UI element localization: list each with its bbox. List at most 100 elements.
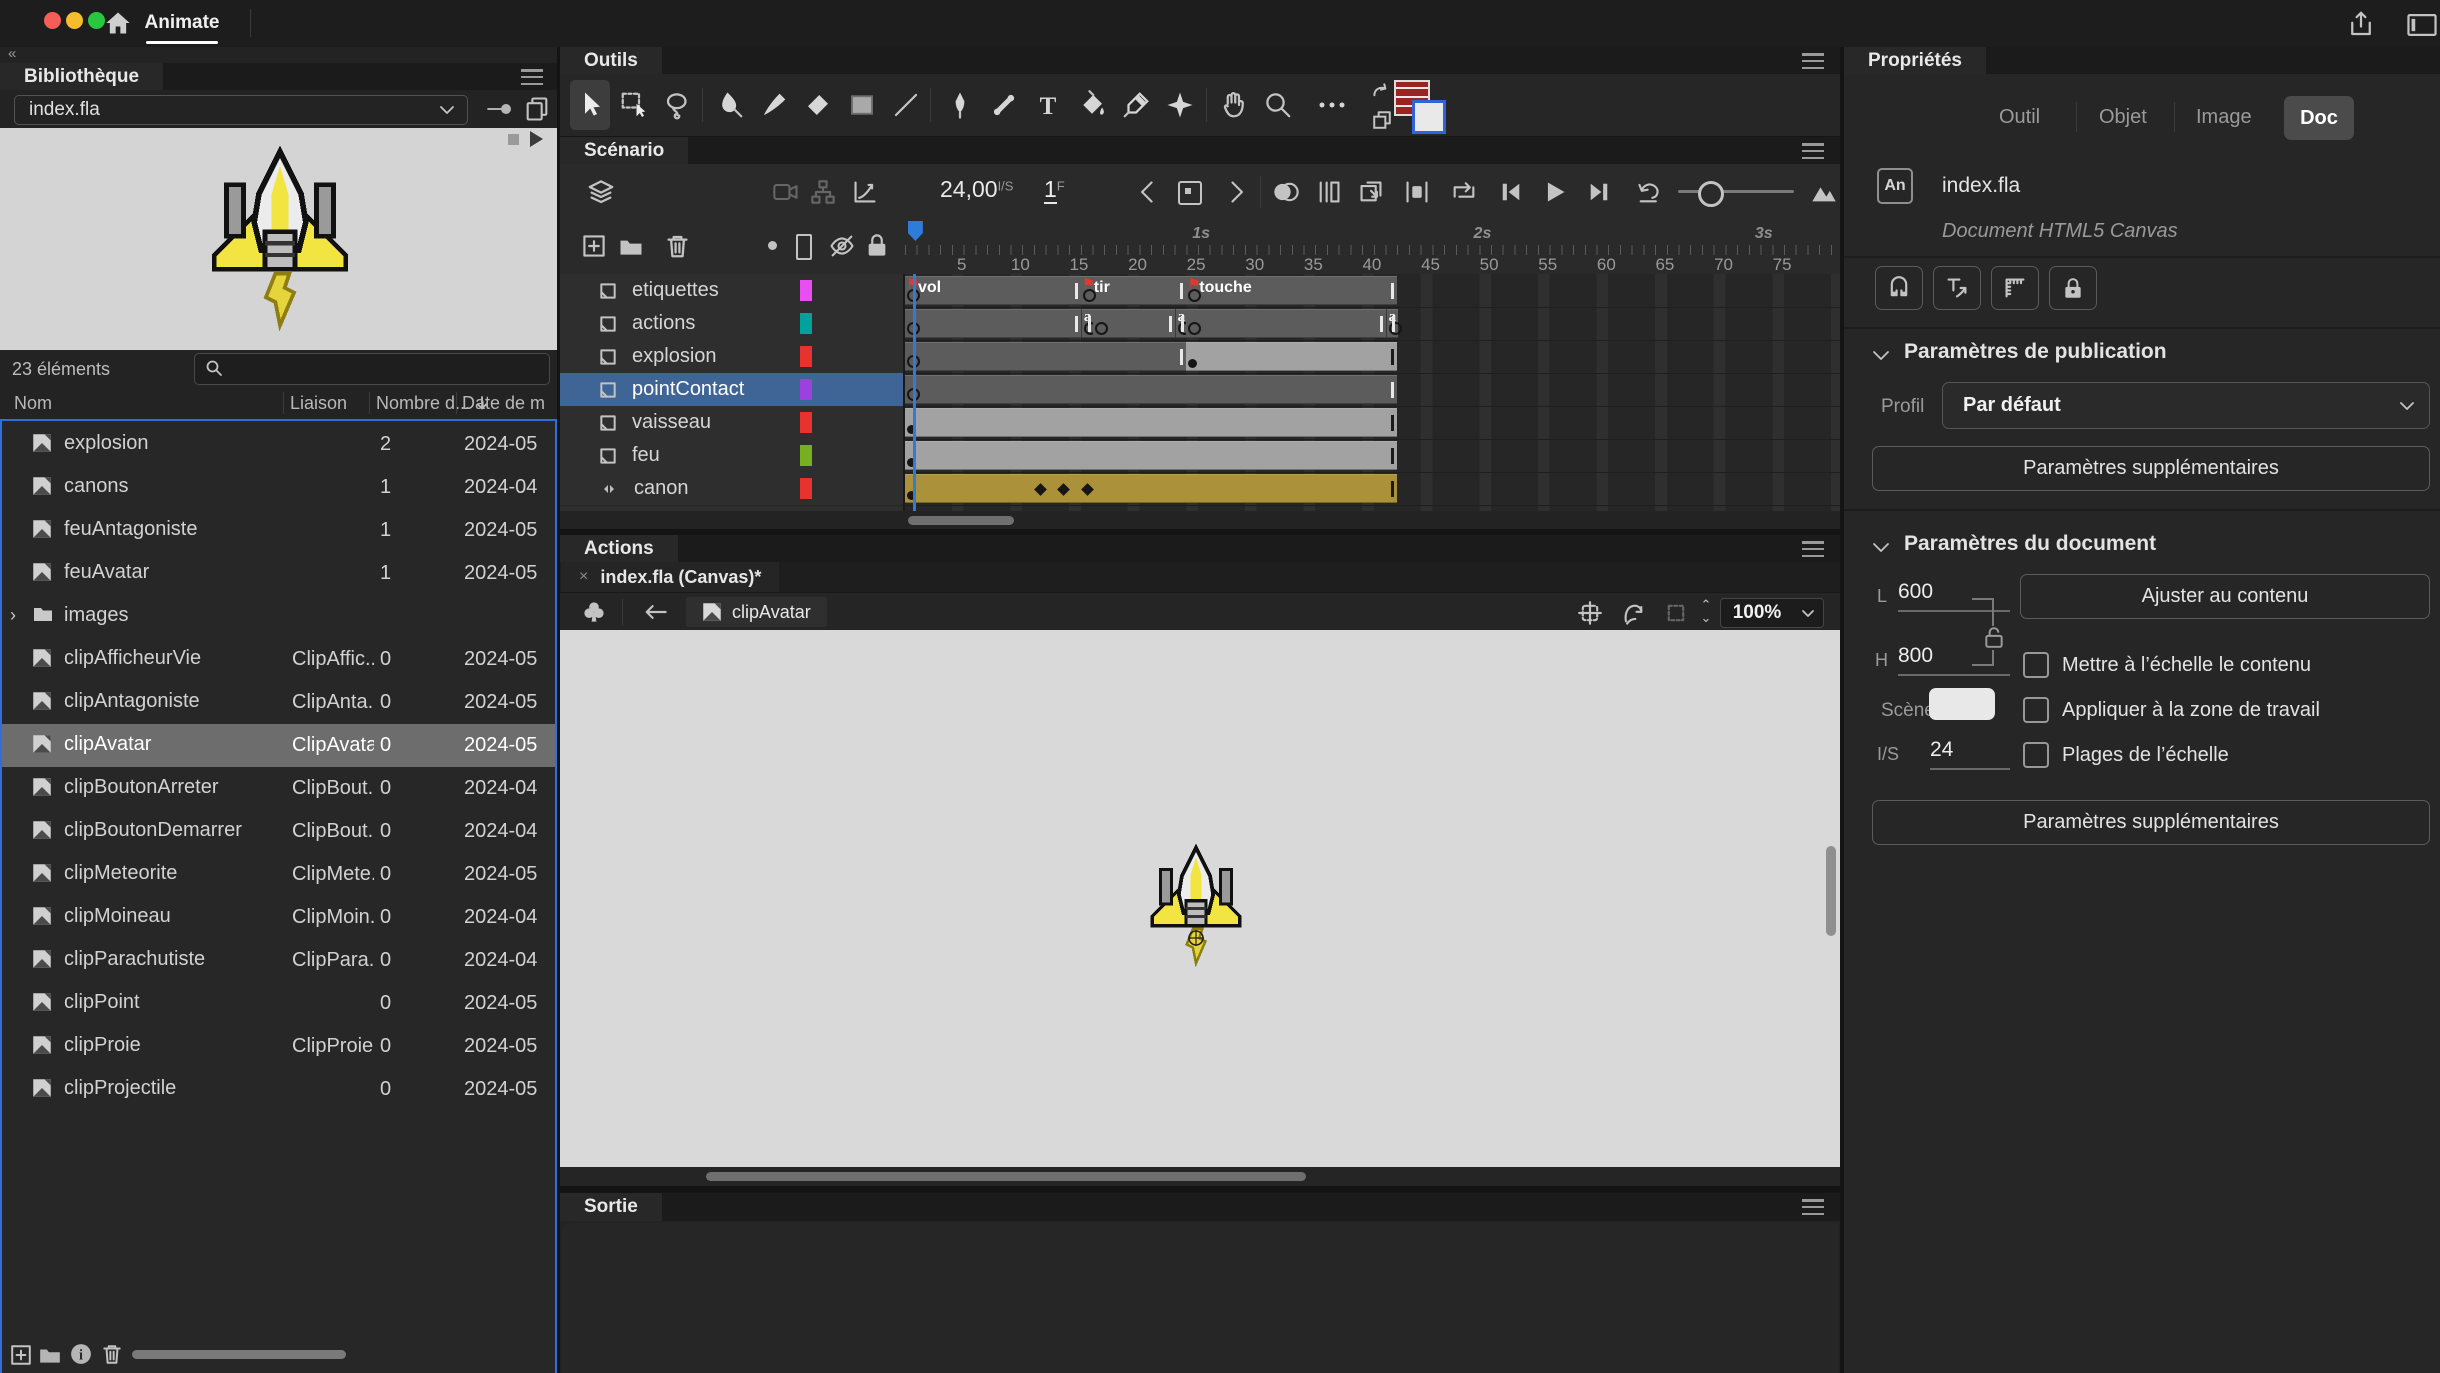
library-horizontal-scrollbar[interactable] <box>132 1350 346 1359</box>
timeline-zoom-fit-icon[interactable] <box>1810 180 1838 204</box>
timeline-zoom-slider[interactable] <box>1678 190 1794 193</box>
unlock-dimensions-icon[interactable] <box>1984 626 2004 649</box>
reset-timeline-zoom-icon[interactable] <box>1636 179 1664 205</box>
library-search-box[interactable] <box>194 353 550 385</box>
timeline-frames-pane[interactable]: ⚑vol⚑tir⚑toucheaaa <box>905 274 1840 511</box>
lock-layers-icon[interactable] <box>866 233 888 258</box>
frames-row[interactable] <box>905 373 1840 407</box>
close-window-button[interactable] <box>44 12 61 29</box>
tool-more-button[interactable] <box>1312 80 1352 130</box>
scale-ranges-checkbox[interactable] <box>2023 742 2049 768</box>
tab-animate[interactable]: Animate <box>146 6 218 40</box>
center-stage-icon[interactable] <box>1578 601 1602 625</box>
collapse-panel-button[interactable]: « <box>8 45 16 62</box>
library-row[interactable]: canons12024-04 <box>2 466 555 509</box>
frame-span[interactable] <box>1093 309 1175 338</box>
library-row[interactable]: clipMoineauClipMoin...02024-04 <box>2 896 555 939</box>
library-row[interactable]: feuAvatar12024-05 <box>2 552 555 595</box>
tool-eraser-button[interactable] <box>798 80 838 130</box>
minimize-window-button[interactable] <box>66 12 83 29</box>
frame-span[interactable] <box>905 309 1081 338</box>
column-header-name[interactable]: Nom <box>14 387 52 419</box>
loop-playback-icon[interactable] <box>1450 178 1478 206</box>
zoom-window-button[interactable] <box>88 12 105 29</box>
frame-span[interactable]: ⚑touche <box>1186 276 1397 305</box>
frames-row[interactable] <box>905 439 1840 473</box>
step-back-icon[interactable] <box>1498 179 1524 205</box>
spaceship-stage-sprite[interactable] <box>1146 844 1246 970</box>
timeline-layer-feu[interactable]: feu <box>560 439 903 473</box>
outline-layers-icon[interactable] <box>796 234 812 260</box>
library-row[interactable]: clipBoutonDemarrerClipBout...02024-04 <box>2 810 555 853</box>
stage-canvas[interactable] <box>560 630 1840 1167</box>
timeline-layer-pointContact[interactable]: pointContact <box>560 373 903 407</box>
section-chevron-icon[interactable] <box>1872 350 1890 362</box>
previous-keyframe-icon[interactable] <box>1136 179 1160 205</box>
library-row[interactable]: ›images <box>2 595 555 638</box>
document-section-header[interactable]: Paramètres du document <box>1904 532 2156 556</box>
rulers-button[interactable] <box>1991 266 2039 310</box>
share-icon[interactable] <box>2346 9 2376 39</box>
tool-bone-button[interactable] <box>984 80 1024 130</box>
onion-skin-icon[interactable] <box>1272 179 1300 205</box>
camera-icon[interactable] <box>772 180 800 204</box>
frame-span[interactable]: a <box>1386 309 1399 338</box>
timeline-layer-explosion[interactable]: explosion <box>560 340 903 374</box>
timeline-layer-etiquettes[interactable]: etiquettes <box>560 274 903 308</box>
step-forward-icon[interactable] <box>1586 179 1612 205</box>
stage-vertical-scrollbar[interactable] <box>1826 846 1836 936</box>
timeline-ruler[interactable]: 1s2s3s51015202530354045505560657075 <box>905 219 1840 274</box>
stage-horizontal-scrollbar[interactable] <box>706 1172 1306 1181</box>
delete-item-icon[interactable] <box>102 1343 122 1365</box>
edit-multiple-frames-icon[interactable] <box>1358 179 1384 205</box>
new-layer-icon[interactable] <box>582 234 606 258</box>
timeline-layer-canon[interactable]: canon <box>560 472 903 506</box>
center-frame-icon[interactable] <box>1178 181 1202 205</box>
snap-magnet-button[interactable] <box>1875 266 1923 310</box>
frames-row[interactable] <box>905 472 1840 506</box>
stage-zoom-select[interactable]: 100% <box>1720 598 1794 628</box>
layer-outline-color-swatch[interactable] <box>800 313 812 334</box>
fit-to-content-button[interactable]: Ajuster au contenu <box>2020 574 2430 619</box>
frame-span[interactable] <box>905 441 1397 470</box>
output-console[interactable] <box>560 1221 1840 1373</box>
tool-fluid-brush-button[interactable] <box>710 80 750 130</box>
tool-rectangle-button[interactable] <box>842 80 882 130</box>
frames-row[interactable] <box>905 406 1840 440</box>
library-row[interactable]: clipAfficheurVieClipAffic...02024-05 <box>2 638 555 681</box>
tool-classic-brush-button[interactable] <box>754 80 794 130</box>
frames-row[interactable] <box>905 340 1840 374</box>
tool-eyedropper-button[interactable] <box>1116 80 1156 130</box>
preview-stop-icon[interactable] <box>508 134 519 145</box>
edit-scene-icon[interactable] <box>582 600 606 624</box>
layer-outline-color-swatch[interactable] <box>800 346 812 367</box>
apply-workspace-checkbox[interactable] <box>2023 697 2049 723</box>
frame-span[interactable] <box>905 342 1186 371</box>
tab-objet[interactable]: Objet <box>2099 106 2147 129</box>
timeline-horizontal-scrollbar[interactable] <box>908 516 1014 525</box>
frame-span[interactable] <box>905 375 1397 404</box>
new-library-panel-icon[interactable] <box>524 95 550 123</box>
library-row[interactable]: clipParachutisteClipPara...02024-04 <box>2 939 555 982</box>
library-doc-select[interactable]: index.fla <box>14 95 468 125</box>
profile-select[interactable]: Par défaut <box>1942 382 2430 429</box>
tool-subselection-button[interactable] <box>614 80 654 130</box>
layer-outline-color-swatch[interactable] <box>800 379 812 400</box>
default-colors-icon[interactable] <box>1372 110 1392 130</box>
frame-span[interactable] <box>905 474 1397 503</box>
tool-paint-bucket-button[interactable] <box>1072 80 1112 130</box>
hide-layers-icon[interactable] <box>828 233 856 259</box>
library-row[interactable]: clipProjectile02024-05 <box>2 1068 555 1111</box>
library-row[interactable]: explosion22024-05 <box>2 423 555 466</box>
frames-row[interactable]: ⚑vol⚑tir⚑touche <box>905 274 1840 308</box>
output-menu-icon[interactable] <box>1802 1199 1824 1215</box>
new-layer-folder-icon[interactable] <box>618 236 644 257</box>
folder-expand-icon[interactable]: › <box>10 605 16 626</box>
layer-outline-color-swatch[interactable] <box>800 478 812 499</box>
tab-actions[interactable]: Actions <box>560 535 678 562</box>
document-more-settings-button[interactable]: Paramètres supplémentaires <box>1872 800 2430 845</box>
tab-properties[interactable]: Propriétés <box>1844 47 1986 74</box>
stage-color-swatch[interactable] <box>1929 688 1995 720</box>
tab-output[interactable]: Sortie <box>560 1193 662 1221</box>
onion-skin-outlines-icon[interactable] <box>1316 179 1342 205</box>
